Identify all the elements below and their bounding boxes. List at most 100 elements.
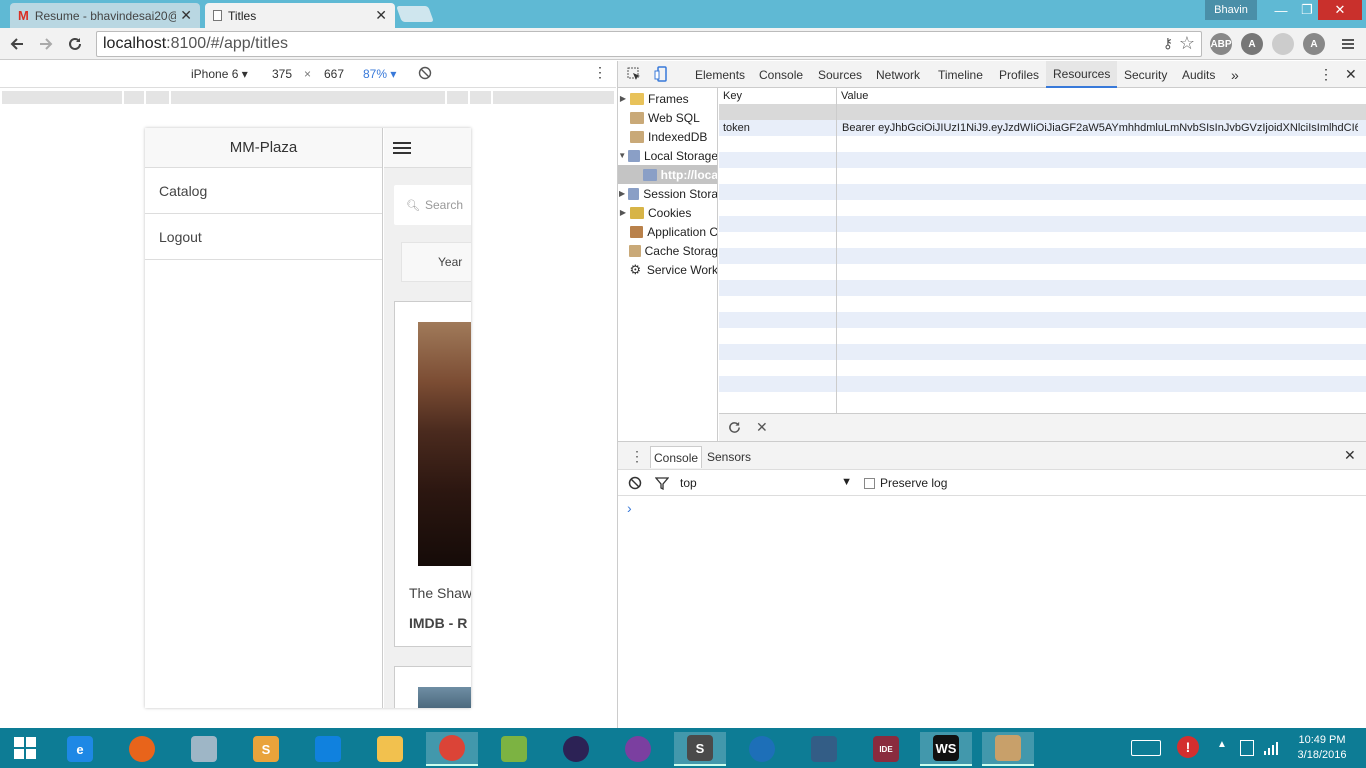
table-row[interactable] — [719, 168, 1366, 184]
tree-item[interactable]: http://loca — [618, 165, 717, 184]
table-row[interactable] — [719, 328, 1366, 344]
file-explorer-taskbar-button[interactable] — [364, 732, 416, 766]
tree-item[interactable]: Application C — [618, 222, 717, 241]
drawer-menu-icon[interactable]: ⋮ — [630, 448, 644, 465]
device-width-input[interactable]: 375 — [272, 67, 292, 81]
value-column-header[interactable]: Value — [837, 88, 1366, 104]
inspect-element-icon[interactable] — [627, 67, 642, 82]
internet-explorer-taskbar-button[interactable]: e — [54, 732, 106, 766]
forward-button[interactable] — [34, 32, 58, 56]
table-row[interactable]: token Bearer eyJhbGciOiJIUzI1NiJ9.eyJzdWI… — [719, 120, 1366, 136]
new-tab-button[interactable] — [396, 6, 434, 22]
table-row[interactable] — [719, 264, 1366, 280]
filter-icon[interactable] — [655, 476, 669, 490]
tab-timeline[interactable]: Timeline — [937, 61, 984, 88]
system-clock[interactable]: 10:49 PM 3/18/2016 — [1292, 733, 1352, 763]
device-mode-icon[interactable] — [654, 66, 669, 82]
network-icon[interactable] — [1263, 740, 1279, 756]
expand-right-icon[interactable]: ▶ — [618, 189, 626, 198]
year-filter-button[interactable]: Year — [401, 242, 471, 282]
table-row[interactable] — [719, 248, 1366, 264]
show-hidden-icons[interactable]: ▲ — [1217, 739, 1227, 750]
close-tab-icon[interactable]: ✕ — [375, 7, 387, 24]
star-icon[interactable]: ☆ — [1179, 33, 1195, 54]
eclipse-ee-taskbar-button[interactable] — [612, 732, 664, 766]
menu-toggle-button[interactable] — [393, 140, 411, 156]
close-tab-icon[interactable]: ✕ — [180, 7, 192, 24]
adblock-extension-icon[interactable]: ABP — [1210, 33, 1232, 55]
tab-security[interactable]: Security — [1123, 61, 1168, 88]
tab-gmail-resume[interactable]: M Resume - bhavindesai20@ ✕ — [10, 3, 200, 28]
table-row[interactable] — [719, 136, 1366, 152]
tab-titles[interactable]: Titles ✕ — [205, 3, 395, 28]
tab-network[interactable]: Network — [875, 61, 921, 88]
extension-icon[interactable] — [1272, 33, 1294, 55]
device-select[interactable]: iPhone 6 ▾ — [191, 67, 248, 81]
javaee-ide-taskbar-button[interactable]: IDE — [860, 732, 912, 766]
table-row[interactable] — [719, 216, 1366, 232]
context-select[interactable]: top ▼ — [680, 476, 852, 492]
tree-item[interactable]: ▼ Local Storage — [618, 146, 717, 165]
sublime-text-taskbar-button[interactable]: S — [674, 732, 726, 766]
movie-card[interactable]: The Shaw IMDB - R — [394, 301, 471, 647]
expand-right-icon[interactable]: ▶ — [618, 94, 628, 103]
tab-profiles[interactable]: Profiles — [998, 61, 1040, 88]
table-row[interactable] — [719, 104, 1366, 120]
table-row[interactable] — [719, 184, 1366, 200]
expand-down-icon[interactable]: ▼ — [618, 151, 626, 160]
key-icon[interactable]: ⚷ — [1163, 35, 1173, 52]
table-row[interactable] — [719, 200, 1366, 216]
chrome-menu-button[interactable] — [1336, 32, 1360, 56]
database-tool-taskbar-button[interactable] — [178, 732, 230, 766]
back-button[interactable] — [5, 32, 29, 56]
table-row[interactable] — [719, 344, 1366, 360]
device-height-input[interactable]: 667 — [324, 67, 344, 81]
table-row[interactable] — [719, 280, 1366, 296]
slack-taskbar-button[interactable]: S — [240, 732, 292, 766]
tree-item[interactable]: Cache Storag — [618, 241, 717, 260]
zoom-select[interactable]: 87% ▾ — [363, 67, 396, 81]
clear-console-icon[interactable] — [628, 476, 642, 490]
tab-elements[interactable]: Elements — [694, 61, 746, 88]
reload-button[interactable] — [63, 32, 87, 56]
close-drawer-icon[interactable]: ✕ — [1344, 447, 1356, 464]
tree-item[interactable]: ⚙ Service Work — [618, 260, 717, 279]
table-row[interactable] — [719, 296, 1366, 312]
profile-button[interactable]: Bhavin — [1205, 0, 1257, 20]
table-row[interactable] — [719, 312, 1366, 328]
tree-item[interactable]: ▶ Frames — [618, 89, 717, 108]
tab-audits[interactable]: Audits — [1181, 61, 1216, 88]
tree-item[interactable]: IndexedDB — [618, 127, 717, 146]
battery-icon[interactable] — [1240, 740, 1254, 756]
table-row[interactable] — [719, 152, 1366, 168]
tab-resources[interactable]: Resources — [1046, 61, 1118, 88]
close-window-button[interactable]: ✕ — [1318, 0, 1362, 20]
maximize-button[interactable]: ❐ — [1296, 0, 1318, 20]
drawer-tab-sensors[interactable]: Sensors — [704, 446, 754, 468]
delete-icon[interactable]: ✕ — [756, 419, 768, 436]
key-column-header[interactable]: Key — [719, 88, 837, 104]
expand-right-icon[interactable]: ▶ — [618, 208, 628, 217]
keyboard-icon[interactable] — [1131, 740, 1161, 756]
close-devtools-icon[interactable]: ✕ — [1344, 61, 1358, 88]
tree-item[interactable]: Web SQL — [618, 108, 717, 127]
angular-extension-icon[interactable]: A — [1241, 33, 1263, 55]
paint-taskbar-button[interactable] — [982, 732, 1034, 766]
angular-batarang-icon[interactable]: A — [1303, 33, 1325, 55]
tree-item[interactable]: ▶ Session Stora — [618, 184, 717, 203]
start-button[interactable] — [0, 728, 50, 768]
dropbox-taskbar-button[interactable] — [302, 732, 354, 766]
table-row[interactable] — [719, 360, 1366, 376]
mysql-workbench-taskbar-button[interactable] — [798, 732, 850, 766]
minimize-button[interactable]: — — [1266, 0, 1296, 20]
firefox-taskbar-button[interactable] — [116, 732, 168, 766]
preserve-log-checkbox[interactable]: Preserve log — [864, 476, 947, 490]
chrome-taskbar-button[interactable] — [426, 732, 478, 766]
movie-card[interactable] — [394, 666, 471, 708]
device-more-icon[interactable]: ⋮ — [593, 64, 607, 81]
eclipse-taskbar-button[interactable] — [550, 732, 602, 766]
tree-item[interactable]: ▶ Cookies — [618, 203, 717, 222]
notepad-taskbar-button[interactable] — [488, 732, 540, 766]
table-row[interactable] — [719, 392, 1366, 408]
drawer-tab-console[interactable]: Console — [650, 446, 703, 468]
